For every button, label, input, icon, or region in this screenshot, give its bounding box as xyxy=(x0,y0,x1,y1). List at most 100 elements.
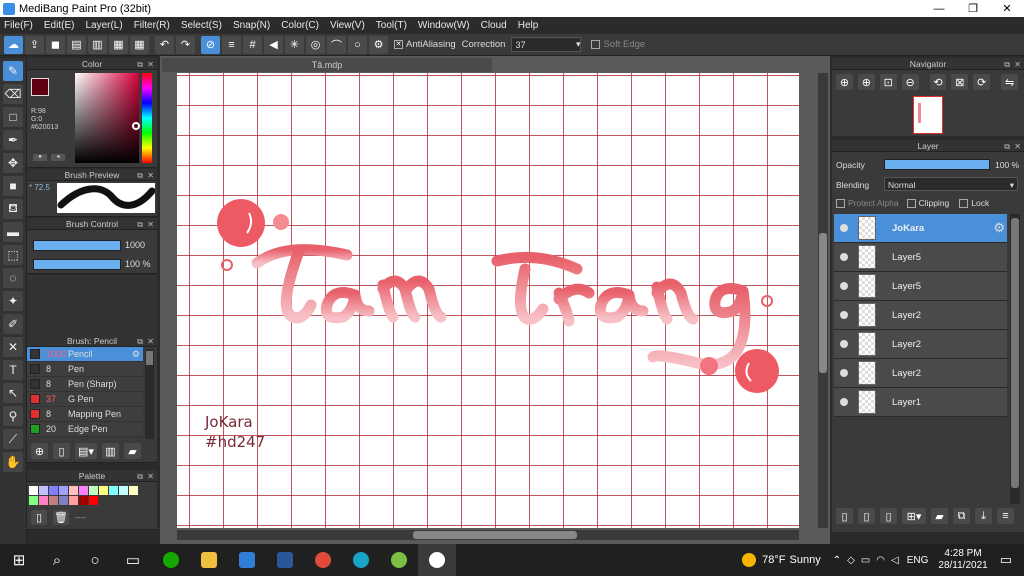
windows-start-icon[interactable]: ⊞ xyxy=(0,544,38,576)
menu-snap[interactable]: Snap(N) xyxy=(233,20,270,31)
weather-text[interactable]: Sunny xyxy=(790,554,821,566)
gradient-tool-icon[interactable]: ▬ xyxy=(3,222,23,242)
brush-menu-icon[interactable]: ▤▾ xyxy=(75,443,97,459)
app-green-icon[interactable] xyxy=(380,544,418,576)
select-eraser-tool-icon[interactable]: ✕ xyxy=(3,337,23,357)
page-icon[interactable]: ▥ xyxy=(88,35,107,54)
palette-swatch[interactable] xyxy=(49,486,58,495)
palette-swatch[interactable] xyxy=(69,496,78,505)
up-arrow-icon[interactable]: ⌃ xyxy=(833,555,841,566)
layer-item[interactable]: Layer1 xyxy=(834,388,1007,417)
zoom-in-alt-icon[interactable]: ⊕ xyxy=(857,74,875,90)
lock-checkbox[interactable] xyxy=(959,198,969,208)
menu-filter[interactable]: Filter(R) xyxy=(134,20,170,31)
snap-curve-icon[interactable]: ⌒ xyxy=(327,35,346,54)
brush-item-pen[interactable]: 8 Pen xyxy=(27,362,143,377)
volume-icon[interactable]: ◁ xyxy=(891,555,899,566)
brush-properties-icon[interactable]: ▥ xyxy=(102,443,119,459)
redo-icon[interactable]: ↷ xyxy=(176,35,195,54)
cloud-icon[interactable]: ☁ xyxy=(4,35,23,54)
menu-tool[interactable]: Tool(T) xyxy=(376,20,407,31)
flip-icon[interactable]: ⇋ xyxy=(1001,74,1018,90)
snap-circle-icon[interactable]: ◎ xyxy=(306,35,325,54)
reset-rotation-icon[interactable]: ⊠ xyxy=(951,74,969,90)
navigator-thumbnail[interactable] xyxy=(913,96,943,134)
canvas-paper[interactable]: JoKara #hd247 xyxy=(177,73,799,528)
menu-select[interactable]: Select(S) xyxy=(181,20,222,31)
undock-icon[interactable]: ⧉ xyxy=(137,219,143,231)
undock-icon[interactable]: ⧉ xyxy=(137,170,143,182)
brush-item-mapping-pen[interactable]: 8 Mapping Pen xyxy=(27,407,143,422)
medibang-taskbar-icon[interactable] xyxy=(418,544,456,576)
search-icon[interactable]: ⌕ xyxy=(38,544,76,576)
visibility-icon[interactable] xyxy=(840,369,848,377)
brush-tool-icon[interactable]: ✎ xyxy=(3,61,23,81)
clipping-option[interactable]: Clipping xyxy=(906,198,949,208)
share-icon[interactable]: ⇪ xyxy=(25,35,44,54)
close-icon[interactable]: ✕ xyxy=(147,471,154,483)
merge-down-icon[interactable]: ⤓ xyxy=(975,508,992,524)
material-icon[interactable]: ▤ xyxy=(67,35,86,54)
palette-swatch[interactable] xyxy=(49,496,58,505)
text-tool-icon[interactable]: T xyxy=(3,360,23,380)
document-tab[interactable]: Tâ.mdp xyxy=(162,58,492,72)
layer-item[interactable]: JoKara ⚙ xyxy=(834,214,1007,243)
file-explorer-icon[interactable] xyxy=(190,544,228,576)
layer-item[interactable]: Layer2 xyxy=(834,330,1007,359)
menu-view[interactable]: View(V) xyxy=(330,20,365,31)
undo-icon[interactable]: ↶ xyxy=(155,35,174,54)
snap-parallel-icon[interactable]: ≡ xyxy=(222,35,241,54)
visibility-icon[interactable] xyxy=(840,340,848,348)
lasso-tool-icon[interactable]: ◌ xyxy=(3,268,23,288)
upwork-icon[interactable] xyxy=(152,544,190,576)
select-tool-icon[interactable]: ⬚ xyxy=(3,245,23,265)
softedge-option[interactable]: Soft Edge xyxy=(591,39,645,50)
visibility-icon[interactable] xyxy=(840,311,848,319)
layer-item[interactable]: Layer2 xyxy=(834,301,1007,330)
undock-icon[interactable]: ⧉ xyxy=(137,336,143,348)
task-view-icon[interactable]: ▭ xyxy=(114,544,152,576)
frame-icon[interactable]: ▦ xyxy=(109,35,128,54)
correction-select[interactable]: 37 ▾ xyxy=(511,37,582,52)
zoom-in-icon[interactable]: ⊕ xyxy=(836,74,853,90)
word-icon[interactable] xyxy=(266,544,304,576)
lock-option[interactable]: Lock xyxy=(959,198,989,208)
canvas-horizontal-scrollbar[interactable] xyxy=(177,530,799,540)
clock[interactable]: 4:28 PM 28/11/2021 xyxy=(938,548,987,572)
palette-swatch[interactable] xyxy=(29,496,38,505)
undock-icon[interactable]: ⧉ xyxy=(1004,59,1010,71)
move-tool-icon[interactable]: ✥ xyxy=(3,153,23,173)
folder-icon[interactable]: ▰ xyxy=(124,443,141,459)
snap-ellipse-icon[interactable]: ○ xyxy=(348,35,367,54)
brush-size-slider[interactable] xyxy=(33,240,121,251)
menu-help[interactable]: Help xyxy=(518,20,539,31)
color-picker-area[interactable] xyxy=(75,73,139,163)
palette-swatch[interactable] xyxy=(29,486,38,495)
add-brush-icon[interactable]: ⊕ xyxy=(31,443,48,459)
palette-swatch[interactable] xyxy=(109,486,118,495)
maximize-button[interactable]: ❐ xyxy=(956,0,990,17)
color-picker-cursor[interactable] xyxy=(132,122,140,130)
brush-item-g-pen[interactable]: 37 G Pen xyxy=(27,392,143,407)
brush-list-scrollbar[interactable] xyxy=(145,349,154,439)
menu-edit[interactable]: Edit(E) xyxy=(44,20,75,31)
visibility-icon[interactable] xyxy=(840,282,848,290)
close-icon[interactable]: ✕ xyxy=(147,170,154,182)
menu-cloud[interactable]: Cloud xyxy=(481,20,507,31)
eyedropper-tool-icon[interactable]: ⚲ xyxy=(3,406,23,426)
undock-icon[interactable]: ⧉ xyxy=(137,471,143,483)
rotate-right-icon[interactable]: ⟳ xyxy=(973,74,991,90)
palette-swatch[interactable] xyxy=(129,486,138,495)
snap-vanish-icon[interactable]: ◀ xyxy=(264,35,283,54)
layer-item[interactable]: Layer2 xyxy=(834,359,1007,388)
fill-rect-tool-icon[interactable]: ■ xyxy=(3,176,23,196)
divide-tool-icon[interactable]: ⟋ xyxy=(3,429,23,449)
brush-item-pencil[interactable]: 1000 Pencil ⚙ xyxy=(27,347,143,362)
new-layer-icon[interactable]: ▯ xyxy=(836,508,853,524)
close-icon[interactable]: ✕ xyxy=(147,336,154,348)
new-color-layer-icon[interactable]: ▯ xyxy=(858,508,875,524)
palette-swatch[interactable] xyxy=(119,486,128,495)
visibility-icon[interactable] xyxy=(840,398,848,406)
operation-tool-icon[interactable]: ↖ xyxy=(3,383,23,403)
brush-item-edge-pen[interactable]: 20 Edge Pen xyxy=(27,422,143,437)
